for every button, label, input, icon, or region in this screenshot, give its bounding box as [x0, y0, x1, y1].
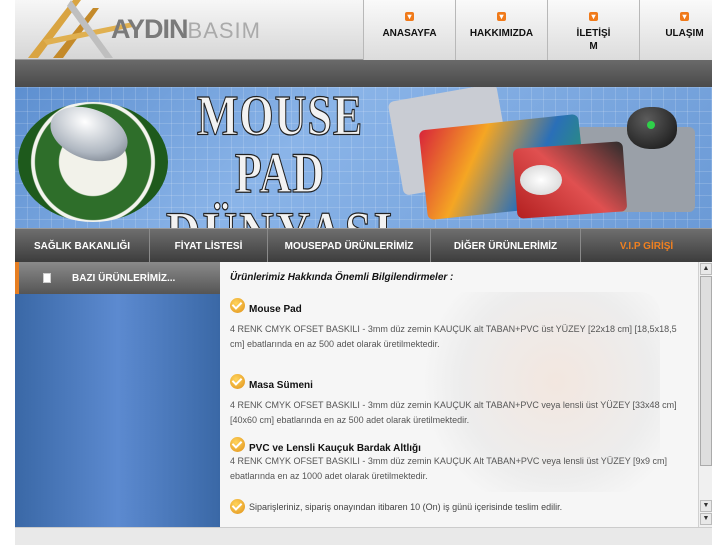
banner-title: MOUSE PAD DÜNYASI — [165, 87, 395, 228]
nav-label: İLETİŞİM — [576, 28, 611, 52]
product-title: Mouse Pad — [249, 304, 302, 315]
nav-item-hakkimizda[interactable]: ▾ HAKKIMIZDA — [455, 0, 547, 60]
checkmark-icon — [230, 374, 245, 389]
nav-item-iletisim[interactable]: ▾ İLETİŞİM — [547, 0, 639, 60]
sidebar-heading[interactable]: BAZI ÜRÜNLERİMİZ... — [15, 262, 220, 294]
banner-title-line2: DÜNYASI — [165, 202, 395, 228]
nav-label: ANASAYFA — [382, 28, 437, 39]
scrollbar-thumb[interactable] — [700, 276, 712, 466]
scroll-down-arrow-icon[interactable]: ▼ — [700, 513, 712, 525]
top-navigation: ▾ ANASAYFA ▾ HAKKIMIZDA ▾ İLETİŞİM ▾ ULA… — [363, 0, 712, 60]
product-description: 4 RENK CMYK OFSET BASKILI - 3mm düz zemi… — [230, 456, 668, 481]
logo-text: AYDINBASIM — [111, 14, 261, 45]
menu-item-vip-girisi[interactable]: V.I.P GİRİŞİ — [581, 229, 712, 263]
content-intro: Ürünlerimiz Hakkında Önemli Bilgilendirm… — [230, 272, 454, 283]
main-menu: SAĞLIK BAKANLIĞI FİYAT LİSTESİ MOUSEPAD … — [15, 228, 712, 263]
menu-item-mousepad-urunlerimiz[interactable]: MOUSEPAD ÜRÜNLERİMİZ — [268, 229, 431, 263]
document-icon — [43, 273, 51, 283]
site-container: AYDINBASIM ▾ ANASAYFA ▾ HAKKIMIZDA ▾ İLE… — [15, 0, 712, 545]
black-mouse-image — [627, 107, 677, 149]
banner-title-line1: MOUSE PAD — [196, 87, 364, 205]
arrow-down-icon: ▾ — [405, 12, 414, 21]
product-entry: Masa Sümeni 4 RENK CMYK OFSET BASKILI - … — [230, 372, 685, 428]
menu-item-diger-urunlerimiz[interactable]: DİĞER ÜRÜNLERİMİZ — [431, 229, 581, 263]
delivery-note-text: Siparişleriniz, sipariş onayından itibar… — [249, 501, 563, 512]
white-mouse-image — [520, 165, 562, 195]
arrow-down-icon: ▾ — [497, 12, 506, 21]
nav-label: ULAŞIM — [665, 28, 704, 39]
checkmark-icon — [230, 499, 245, 514]
content-scrollbar[interactable]: ▲ ▼ ▼ — [698, 262, 712, 527]
hero-banner: MOUSE PAD DÜNYASI — [15, 87, 712, 228]
logo[interactable]: AYDINBASIM — [15, 0, 315, 60]
sidebar: BAZI ÜRÜNLERİMİZ... — [15, 262, 220, 545]
arrow-down-icon: ▾ — [589, 12, 598, 21]
logo-text-aydin: AYDIN — [111, 14, 189, 44]
nav-label: HAKKIMIZDA — [469, 28, 534, 39]
menu-item-saglik-bakanligi[interactable]: SAĞLIK BAKANLIĞI — [15, 229, 150, 263]
product-title: PVC ve Lensli Kauçuk Bardak Altlığı — [249, 443, 421, 454]
main-content: Ürünlerimiz Hakkında Önemli Bilgilendirm… — [220, 262, 712, 545]
product-entry: Mouse Pad 4 RENK CMYK OFSET BASKILI - 3m… — [230, 296, 685, 352]
product-description: 4 RENK CMYK OFSET BASKILI - 3mm düz zemi… — [230, 400, 677, 425]
delivery-note: Siparişleriniz, sipariş onayından itibar… — [230, 499, 562, 514]
product-title: Masa Sümeni — [249, 380, 313, 391]
nav-item-ulasim[interactable]: ▾ ULAŞIM — [639, 0, 712, 60]
product-description: 4 RENK CMYK OFSET BASKILI - 3mm düz zemi… — [230, 324, 677, 349]
footer — [15, 527, 712, 545]
checkmark-icon — [230, 298, 245, 313]
header-divider-bar — [15, 60, 712, 87]
logo-text-basim: BASIM — [187, 18, 261, 43]
scroll-down-arrow-icon[interactable]: ▼ — [700, 500, 712, 512]
nav-item-anasayfa[interactable]: ▾ ANASAYFA — [363, 0, 455, 60]
arrow-down-icon: ▾ — [680, 12, 689, 21]
sidebar-heading-label: BAZI ÜRÜNLERİMİZ... — [72, 272, 176, 284]
menu-item-fiyat-listesi[interactable]: FİYAT LİSTESİ — [150, 229, 268, 263]
checkmark-icon — [230, 437, 245, 452]
header: AYDINBASIM ▾ ANASAYFA ▾ HAKKIMIZDA ▾ İLE… — [15, 0, 712, 60]
scroll-up-arrow-icon[interactable]: ▲ — [700, 263, 712, 275]
product-entry: PVC ve Lensli Kauçuk Bardak Altlığı 4 RE… — [230, 435, 685, 484]
